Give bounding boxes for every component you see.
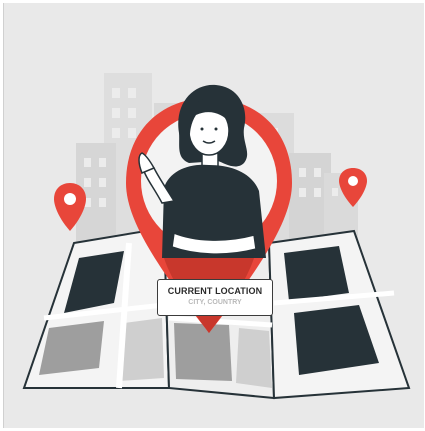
image-frame: CURRENT LOCATION CITY, COUNTRY — [0, 0, 425, 431]
illustration-panel: CURRENT LOCATION CITY, COUNTRY — [3, 3, 424, 428]
location-card-subtitle: CITY, COUNTRY — [188, 299, 242, 306]
current-location-illustration — [22, 73, 411, 400]
location-card-title: CURRENT LOCATION — [167, 286, 263, 296]
current-location-card: CURRENT LOCATION CITY, COUNTRY — [157, 279, 273, 316]
